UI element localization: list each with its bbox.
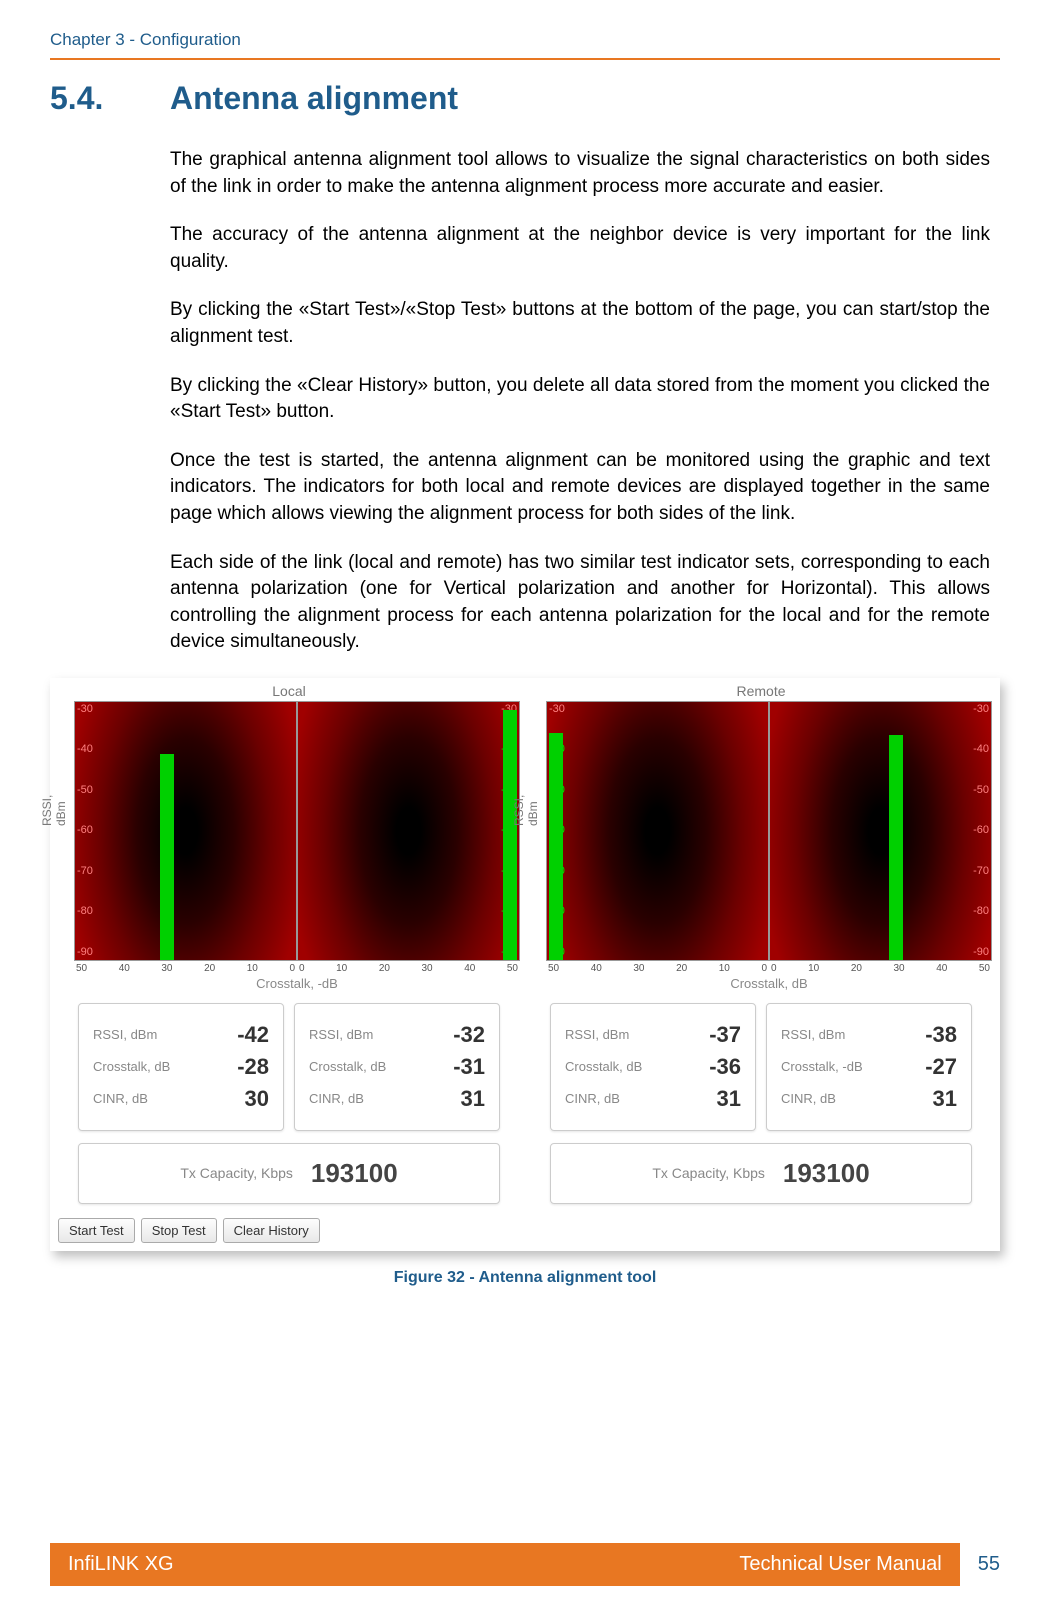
x-axis-label: Crosstalk, -dB: [74, 976, 520, 991]
signal-bar-icon: [503, 710, 517, 960]
chapter-header: Chapter 3 - Configuration: [50, 30, 1000, 50]
paragraph: By clicking the «Clear History» button, …: [170, 373, 990, 426]
remote-panel: Remote RSSI, dBm -30-40-50-60-70-80-90: [530, 683, 992, 1204]
capacity-value: 193100: [311, 1158, 398, 1189]
info-value: -36: [709, 1054, 741, 1080]
info-label: CINR, dB: [309, 1091, 364, 1106]
footer-right: Technical User Manual: [739, 1553, 941, 1576]
info-value: 31: [717, 1086, 741, 1112]
info-value: 31: [461, 1086, 485, 1112]
info-value: -32: [453, 1022, 485, 1048]
paragraph: By clicking the «Start Test»/«Stop Test»…: [170, 297, 990, 350]
section-heading: 5.4.Antenna alignment: [50, 80, 1000, 117]
signal-bar-icon: [160, 754, 174, 960]
info-label: Crosstalk, dB: [93, 1059, 170, 1074]
start-test-button[interactable]: Start Test: [58, 1218, 135, 1243]
paragraph: Once the test is started, the antenna al…: [170, 448, 990, 528]
info-box-remote-a: RSSI, dBm -37 Crosstalk, dB -36 CINR, dB 31: [550, 1003, 756, 1131]
local-panel: Local RSSI, dBm -30-40-50-60-70-80-90: [58, 683, 520, 1204]
info-label: Crosstalk, dB: [565, 1059, 642, 1074]
figure-screenshot: Local RSSI, dBm -30-40-50-60-70-80-90: [50, 678, 1000, 1251]
info-value: -37: [709, 1022, 741, 1048]
capacity-label: Tx Capacity, Kbps: [652, 1165, 765, 1181]
info-value: 30: [245, 1086, 269, 1112]
info-value: -42: [237, 1022, 269, 1048]
info-label: RSSI, dBm: [93, 1027, 157, 1042]
info-label: CINR, dB: [93, 1091, 148, 1106]
remote-title: Remote: [530, 683, 992, 699]
info-box-remote-b: RSSI, dBm -38 Crosstalk, -dB -27 CINR, dB 3…: [766, 1003, 972, 1131]
x-ticks: 50403020100: [546, 961, 769, 974]
section-number: 5.4.: [50, 80, 170, 117]
clear-history-button[interactable]: Clear History: [223, 1218, 320, 1243]
local-chart-a: -30-40-50-60-70-80-90: [74, 701, 297, 961]
remote-chart-a: -30-40-50-60-70-80-90: [546, 701, 769, 961]
capacity-value: 193100: [783, 1158, 870, 1189]
info-label: Crosstalk, -dB: [781, 1059, 863, 1074]
capacity-box-local: Tx Capacity, Kbps 193100: [78, 1143, 500, 1204]
info-value: -27: [925, 1054, 957, 1080]
info-label: Crosstalk, dB: [309, 1059, 386, 1074]
x-ticks: 50403020100: [74, 961, 297, 974]
info-value: -38: [925, 1022, 957, 1048]
info-box-local-b: RSSI, dBm -32 Crosstalk, dB -31 CINR, dB 31: [294, 1003, 500, 1131]
stop-test-button[interactable]: Stop Test: [141, 1218, 217, 1243]
info-label: CINR, dB: [565, 1091, 620, 1106]
page-footer: InfiLINK XG Technical User Manual 55: [50, 1543, 1000, 1586]
page-number: 55: [978, 1553, 1000, 1576]
info-label: RSSI, dBm: [565, 1027, 629, 1042]
local-title: Local: [58, 683, 520, 699]
info-label: RSSI, dBm: [309, 1027, 373, 1042]
y-ticks: -30-40-50-60-70-80-90: [973, 702, 989, 960]
local-chart-b: -30-40-50-60-70-80-90: [297, 701, 520, 961]
info-value: -28: [237, 1054, 269, 1080]
info-label: CINR, dB: [781, 1091, 836, 1106]
x-ticks: 01020304050: [769, 961, 992, 974]
footer-left: InfiLINK XG: [68, 1553, 174, 1576]
buttons-row: Start Test Stop Test Clear History: [58, 1218, 992, 1243]
x-ticks: 01020304050: [297, 961, 520, 974]
y-axis-label: RSSI, dBm: [512, 792, 540, 826]
x-axis-label: Crosstalk, dB: [546, 976, 992, 991]
remote-chart-b: -30-40-50-60-70-80-90: [769, 701, 992, 961]
y-ticks: -30-40-50-60-70-80-90: [77, 702, 93, 960]
paragraph: The graphical antenna alignment tool all…: [170, 147, 990, 200]
info-value: 31: [933, 1086, 957, 1112]
signal-bar-icon: [889, 735, 903, 959]
info-label: RSSI, dBm: [781, 1027, 845, 1042]
y-axis-label: RSSI, dBm: [40, 792, 68, 826]
signal-bar-icon: [549, 733, 563, 960]
capacity-label: Tx Capacity, Kbps: [180, 1165, 293, 1181]
header-divider: [50, 58, 1000, 60]
figure-caption: Figure 32 - Antenna alignment tool: [50, 1269, 1000, 1287]
paragraph: Each side of the link (local and remote)…: [170, 550, 990, 656]
capacity-box-remote: Tx Capacity, Kbps 193100: [550, 1143, 972, 1204]
paragraph: The accuracy of the antenna alignment at…: [170, 222, 990, 275]
info-box-local-a: RSSI, dBm -42 Crosstalk, dB -28 CINR, dB 30: [78, 1003, 284, 1131]
section-title: Antenna alignment: [170, 80, 458, 116]
info-value: -31: [453, 1054, 485, 1080]
